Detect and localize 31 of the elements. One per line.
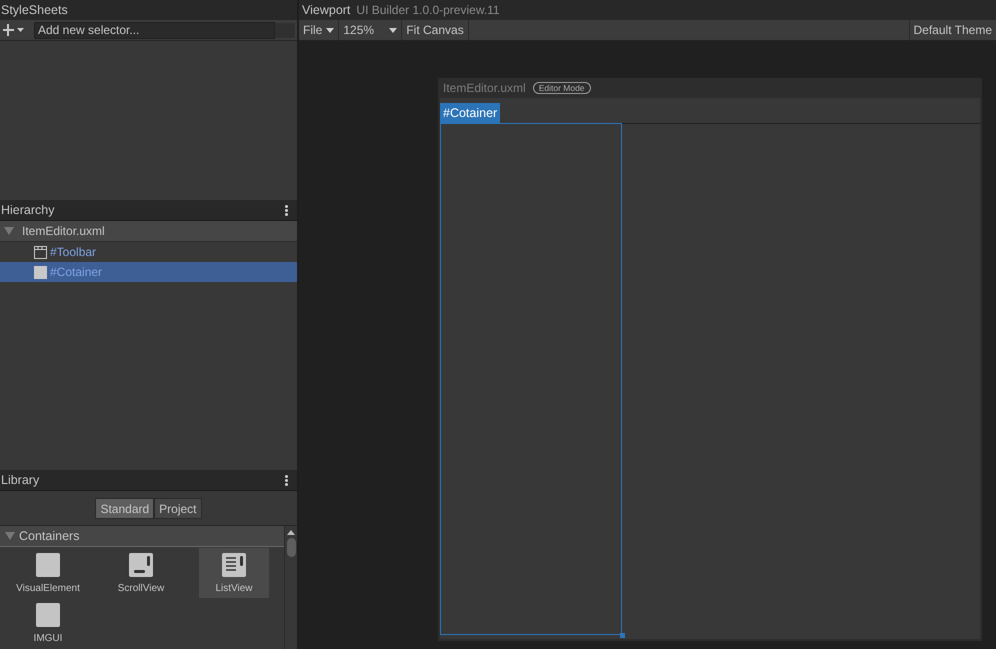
library-item[interactable]: VisualElement [13, 548, 83, 598]
caret-icon [326, 28, 334, 32]
square-icon [36, 552, 60, 576]
panel-title: Library [1, 473, 40, 487]
resize-handle[interactable] [620, 633, 625, 638]
library-item[interactable]: IMGUI [13, 598, 83, 648]
list-view-icon [222, 552, 246, 576]
panel-title: Hierarchy [1, 203, 54, 217]
plus-icon [3, 24, 25, 36]
caret-icon [389, 28, 398, 32]
tree-item[interactable]: #Toolbar [0, 242, 297, 262]
library-item[interactable]: ListView [199, 548, 269, 598]
canvas-title: ItemEditor.uxml [443, 81, 526, 95]
more-menu-icon[interactable] [285, 474, 288, 486]
toolbar-icon [34, 246, 47, 258]
tree-item[interactable]: ItemEditor.uxml [0, 221, 297, 242]
library-item[interactable]: ScrollView [106, 548, 176, 598]
version-label: UI Builder 1.0.0-preview.11 [356, 3, 500, 17]
library-tab[interactable]: Standard [95, 498, 154, 519]
more-menu-icon[interactable] [285, 204, 288, 216]
mode-badge: Editor Mode [532, 82, 591, 94]
panel-title: Viewport [302, 3, 350, 17]
library-tab[interactable]: Project [154, 498, 202, 519]
scroll-view-icon [129, 552, 153, 576]
selection-label: #Cotainer [440, 103, 500, 123]
category-header[interactable]: Containers [0, 526, 284, 547]
foldout-arrow-icon [5, 531, 15, 541]
square-icon [36, 602, 60, 626]
square-icon [34, 266, 47, 278]
panel-title: StyleSheets [1, 3, 68, 17]
selector-field[interactable]: Add new selector... [34, 22, 275, 38]
